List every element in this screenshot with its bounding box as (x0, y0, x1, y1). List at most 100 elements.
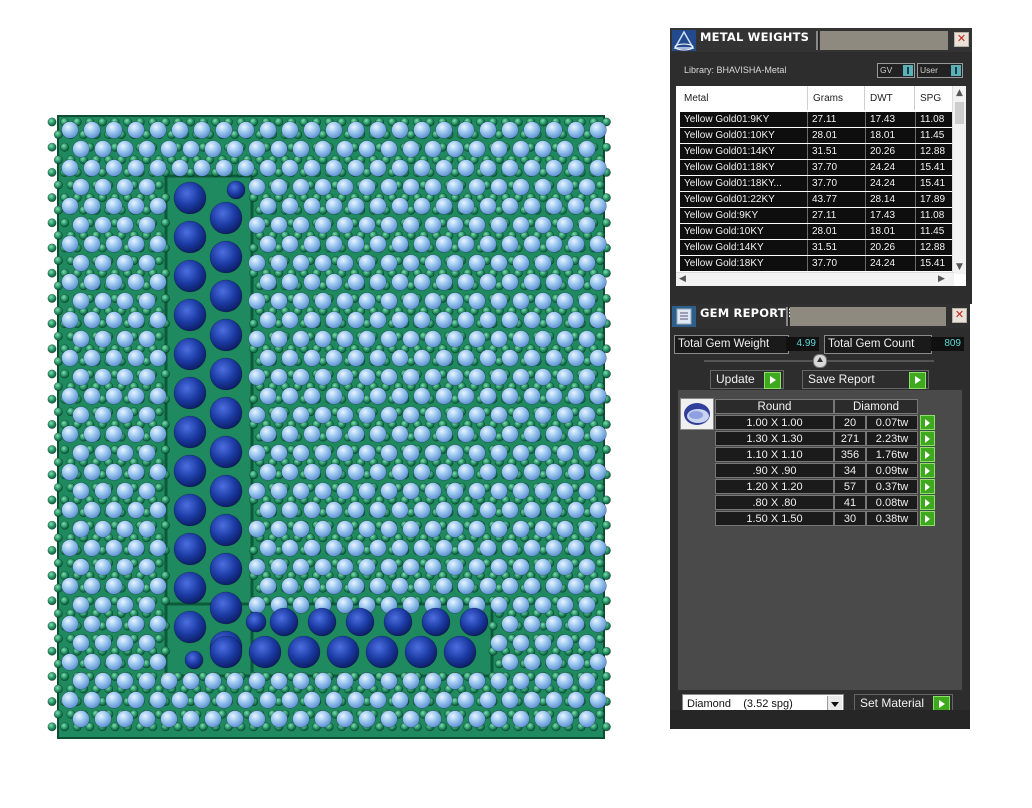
select-gem-icon[interactable] (920, 511, 935, 526)
cell-divider (865, 144, 866, 159)
light-stone (105, 197, 123, 215)
light-stone (446, 330, 464, 348)
metal-weights-titlebar[interactable]: METAL WEIGHTS ✕ (670, 28, 972, 52)
horizontal-scrollbar[interactable]: ◀ ▶ (676, 272, 954, 286)
scroll-down-icon[interactable]: ▼ (956, 262, 963, 272)
panel-slider-knob[interactable] (813, 354, 827, 368)
light-stone (424, 330, 442, 348)
table-row[interactable]: Yellow Gold01:18KY... 37.70 24.24 15.41 (680, 176, 954, 191)
gem-row[interactable]: .80 X .80 41 0.08tw (715, 495, 937, 510)
update-button[interactable]: Update (710, 370, 784, 389)
title-grip[interactable] (790, 307, 946, 326)
select-gem-icon[interactable] (920, 479, 935, 494)
light-stone (424, 254, 442, 272)
light-stone (512, 520, 530, 538)
light-stone (72, 406, 90, 424)
scroll-up-icon[interactable]: ▲ (956, 88, 963, 98)
table-row[interactable]: Yellow Gold01:22KY 43.77 28.14 17.89 (680, 192, 954, 207)
light-stone (314, 254, 332, 272)
vertical-scrollbar[interactable]: ▲ ▼ (952, 86, 966, 274)
light-stone (545, 691, 563, 709)
table-row[interactable]: Yellow Gold01:14KY 31.51 20.26 12.88 (680, 144, 954, 159)
prong-bead (53, 155, 63, 165)
prong-bead (47, 419, 57, 429)
table-row[interactable]: Yellow Gold:14KY 31.51 20.26 12.88 (680, 240, 954, 255)
save-report-button[interactable]: Save Report (802, 370, 929, 389)
scroll-left-icon[interactable]: ◀ (679, 274, 686, 284)
light-stone (479, 235, 497, 253)
select-gem-icon[interactable] (920, 431, 935, 446)
light-stone (149, 349, 167, 367)
table-row[interactable]: Yellow Gold:10KY 28.01 18.01 11.45 (680, 224, 954, 239)
dark-stone (421, 607, 451, 637)
scroll-right-icon[interactable]: ▶ (938, 274, 945, 284)
light-stone (424, 140, 442, 158)
light-stone (413, 463, 431, 481)
prong-bead (160, 596, 170, 606)
prong-bead (53, 180, 63, 190)
scroll-thumb[interactable] (955, 102, 964, 124)
gem-count: 34 (834, 463, 866, 478)
gem-row[interactable]: .90 X .90 34 0.09tw (715, 463, 937, 478)
light-stone (314, 406, 332, 424)
light-stone (545, 273, 563, 291)
select-gem-icon[interactable] (920, 447, 935, 462)
light-stone (380, 444, 398, 462)
prong-bead (53, 608, 63, 618)
light-stone (248, 140, 266, 158)
cell-divider (915, 256, 916, 271)
gem-row[interactable]: 1.00 X 1.00 20 0.07tw (715, 415, 937, 430)
cell-dwt: 24.24 (870, 258, 896, 269)
diamond-gem-icon[interactable] (680, 398, 714, 430)
light-stone (512, 672, 530, 690)
light-stone (105, 387, 123, 405)
table-row[interactable]: Yellow Gold:9KY 27.11 17.43 11.08 (680, 208, 954, 223)
light-stone (325, 349, 343, 367)
prong-bead (47, 571, 57, 581)
col-metal[interactable]: Metal (684, 93, 708, 104)
table-row[interactable]: Yellow Gold01:18KY 37.70 24.24 15.41 (680, 160, 954, 175)
prong-bead (60, 722, 70, 732)
light-stone (446, 520, 464, 538)
light-stone (545, 159, 563, 177)
gem-row[interactable]: 1.20 X 1.20 57 0.37tw (715, 479, 937, 494)
select-gem-icon[interactable] (920, 495, 935, 510)
light-stone (61, 235, 79, 253)
col-dwt[interactable]: DWT (870, 93, 893, 104)
light-stone (490, 634, 508, 652)
light-stone (446, 178, 464, 196)
light-stone (523, 197, 541, 215)
light-stone (501, 539, 519, 557)
light-stone (479, 273, 497, 291)
select-gem-icon[interactable] (920, 415, 935, 430)
light-stone (72, 254, 90, 272)
light-stone (61, 463, 79, 481)
title-grip[interactable] (820, 31, 948, 50)
light-stone (446, 672, 464, 690)
gem-row[interactable]: 1.50 X 1.50 30 0.38tw (715, 511, 937, 526)
table-row[interactable]: Yellow Gold:18KY 37.70 24.24 15.41 (680, 256, 954, 271)
title-separator (816, 31, 819, 50)
dark-stone (307, 607, 337, 637)
close-icon[interactable]: ✕ (954, 32, 969, 47)
gem-list-header: Round Diamond (715, 399, 937, 414)
table-row[interactable]: Yellow Gold01:10KY 28.01 18.01 11.45 (680, 128, 954, 143)
col-spg[interactable]: SPG (920, 93, 941, 104)
light-stone (556, 672, 574, 690)
gv-toggle[interactable]: GV (877, 63, 915, 78)
light-stone (468, 406, 486, 424)
select-gem-icon[interactable] (920, 463, 935, 478)
gem-row[interactable]: 1.10 X 1.10 356 1.76tw (715, 447, 937, 462)
table-row[interactable]: Yellow Gold01:9KY 27.11 17.43 11.08 (680, 112, 954, 127)
light-stone (61, 501, 79, 519)
gem-reporter-titlebar[interactable]: GEM REPORTER ✕ (670, 304, 970, 328)
gem-row[interactable]: 1.30 X 1.30 271 2.23tw (715, 431, 937, 446)
close-icon[interactable]: ✕ (952, 308, 967, 323)
pave-letter-l-render[interactable] (44, 112, 618, 742)
light-stone (578, 596, 596, 614)
col-grams[interactable]: Grams (813, 93, 843, 104)
user-toggle[interactable]: User (917, 63, 963, 78)
cell-dwt: 17.43 (870, 114, 896, 125)
light-stone (226, 140, 244, 158)
light-stone (413, 121, 431, 139)
